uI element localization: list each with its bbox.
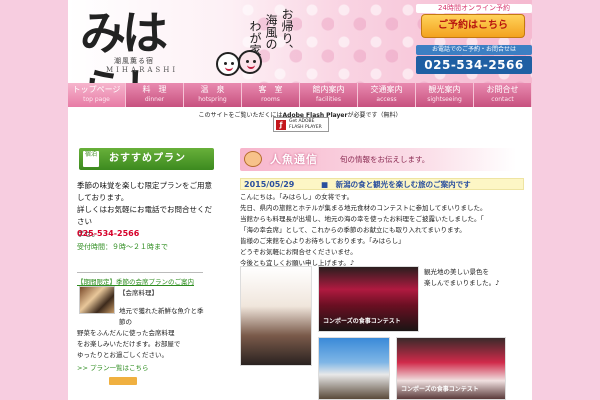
recommend-line: 詳しくはお気軽にお電話でお問合せください <box>77 205 212 226</box>
reserve-button[interactable]: ご予約はこちら <box>421 14 525 38</box>
news-line: 当館からも料理長が出場し、地元の海の幸を使ったお料理をご披露いたしました。「 <box>240 215 484 223</box>
nav-label: 観光案内 <box>428 85 461 94</box>
mascot-faces-icon <box>216 50 272 78</box>
nav-sublabel: contact <box>491 96 514 103</box>
nav-access[interactable]: 交通案内 access <box>358 83 416 107</box>
nav-label: 温 泉 <box>200 85 225 94</box>
nav-sublabel: access <box>376 96 397 103</box>
site-logo[interactable]: みはらし <box>80 4 192 83</box>
nav-facilities[interactable]: 館内案内 facilities <box>300 83 358 107</box>
news-line: こんにちは。「みはらし」の女将です。 <box>240 193 354 201</box>
nav-sightseeing[interactable]: 観光案内 sightseeing <box>416 83 474 107</box>
news-photo-2[interactable]: コンポーズの食事コンテスト <box>318 266 419 332</box>
news-header: 人魚通信 旬の情報をお伝えします。 <box>240 148 516 171</box>
plan-desc-line: ゆったりとお過ごしください。 <box>77 351 168 359</box>
recommend-line: 季節の味覚を楽しむ限定プランをご用意 <box>77 181 212 190</box>
reception-hours: 受付時間：９時〜２１時まで <box>77 243 168 251</box>
news-photo-3[interactable] <box>318 337 390 400</box>
plan-item-title: 【会席料理】 <box>119 289 158 297</box>
nav-label: 交通案内 <box>370 85 403 94</box>
nav-rooms[interactable]: 客 室 rooms <box>242 83 300 107</box>
nav-label: 料 理 <box>142 85 167 94</box>
mermaid-mascot-icon <box>244 151 262 167</box>
news-headline[interactable]: ■ 新潟の食と観光を楽しむ旅のご案内です <box>321 179 471 190</box>
flash-note-before: このサイトをご覧いただくには <box>198 112 283 119</box>
nav-sublabel: hotspring <box>198 96 227 103</box>
news-line: 先日、県内の旅館とホテルが集まる地元食材のコンテストに参加してまいりました。 <box>240 204 487 212</box>
nav-hotspring[interactable]: 温 泉 hotspring <box>184 83 242 107</box>
side-caption-line: 楽しんでまいりました。♪ <box>424 279 500 287</box>
news-line: 「海の幸会席」として、これからの季節のお献立にも取り入れてまいります。 <box>240 226 466 234</box>
catch-line-2: 海風の <box>264 14 278 50</box>
get-flash-player-badge[interactable]: ƒ Get ADOBE FLASH PLAYER <box>273 117 329 132</box>
more-button[interactable] <box>109 377 137 385</box>
nav-sublabel: dinner <box>144 96 165 103</box>
global-nav: トップページ top page 料 理 dinner 温 泉 hotspring… <box>68 83 532 107</box>
plan-link[interactable]: 【期間限定】季節の会席プランのご案内 <box>77 276 194 286</box>
nav-contact[interactable]: お問合せ contact <box>474 83 532 107</box>
nav-label: トップページ <box>72 85 121 94</box>
tel-number[interactable]: 025-534-2566 <box>416 56 532 74</box>
recommend-title: おすすめプラン <box>109 153 186 164</box>
news-subtitle: 旬の情報をお伝えします。 <box>340 155 430 164</box>
logo-english: MIHARASHI <box>106 66 179 74</box>
photo-caption: コンポーズの食事コンテスト <box>401 386 479 393</box>
photo-side-caption: 観光地の美しい景色を 楽しんでまいりました。♪ <box>424 267 524 289</box>
recommend-line: しております。 <box>77 193 129 202</box>
news-photo-1[interactable] <box>240 266 312 366</box>
nav-sublabel: rooms <box>261 96 280 103</box>
side-caption-line: 観光地の美しい景色を <box>424 268 489 276</box>
flash-badge-line2: FLASH PLAYER <box>289 125 322 130</box>
nav-sublabel: sightseeing <box>427 96 462 103</box>
news-body: こんにちは。「みはらし」の女将です。 先日、県内の旅館とホテルが集まる地元食材の… <box>240 192 522 269</box>
news-photo-4[interactable]: コンポーズの食事コンテスト <box>396 337 506 400</box>
nav-top[interactable]: トップページ top page <box>68 83 126 107</box>
plan-list-link[interactable]: >> プラン一覧はこちら <box>77 362 148 372</box>
online-reservation-label: 24時間オンライン予約 <box>416 4 532 13</box>
news-date: 2015/05/29 <box>244 180 295 189</box>
flash-note-after: が必要です（無料） <box>347 112 402 119</box>
plan-desc-line: 地元で獲れた新鮮な魚介と季節の <box>119 307 204 326</box>
news-date-bar: 2015/05/29 ■ 新潟の食と観光を楽しむ旅のご案内です <box>240 178 524 190</box>
news-title: 人魚通信 <box>270 153 318 166</box>
plan-desc-line: 野菜をふんだんに使った会席料理 <box>77 329 175 337</box>
flash-icon: ƒ <box>276 120 286 130</box>
recommend-tel[interactable]: 025-534-2566 <box>77 229 139 238</box>
catch-line-1: お帰り、 <box>280 8 294 56</box>
recommend-plan-header[interactable]: 宿泊 おすすめプラン <box>79 148 214 170</box>
flash-badge-text: Get ADOBE FLASH PLAYER <box>289 119 322 131</box>
plan-desc-line: をお楽しみいただけます。お部屋で <box>77 340 181 348</box>
tel-label: お電話でのご予約・お問合せは <box>416 45 532 55</box>
plan-description: 地元で獲れた新鮮な魚介と季節の 野菜をふんだんに使った会席料理 をお楽しみいただ… <box>77 306 207 361</box>
news-line: どうぞお気軽にお問合せくださいませ。 <box>240 248 357 256</box>
nav-sublabel: top page <box>83 96 110 103</box>
photo-caption: コンポーズの食事コンテスト <box>323 318 401 325</box>
nav-sublabel: facilities <box>316 96 341 103</box>
logo-subtitle: 潮風薫る宿 <box>114 57 154 65</box>
divider <box>77 272 203 273</box>
flash-badge-line1: Get ADOBE <box>289 119 315 124</box>
plan-icon: 宿泊 <box>83 151 99 167</box>
nav-label: 館内案内 <box>312 85 345 94</box>
news-line: 皆様のご来館を心よりお待ちしております。「みはらし」 <box>240 237 405 245</box>
nav-dinner[interactable]: 料 理 dinner <box>126 83 184 107</box>
site-header: みはらし 潮風薫る宿 MIHARASHI お帰り、 海風の わが家へ 24時間オ… <box>68 0 532 83</box>
nav-label: 客 室 <box>258 85 283 94</box>
nav-label: お問合せ <box>486 85 519 94</box>
